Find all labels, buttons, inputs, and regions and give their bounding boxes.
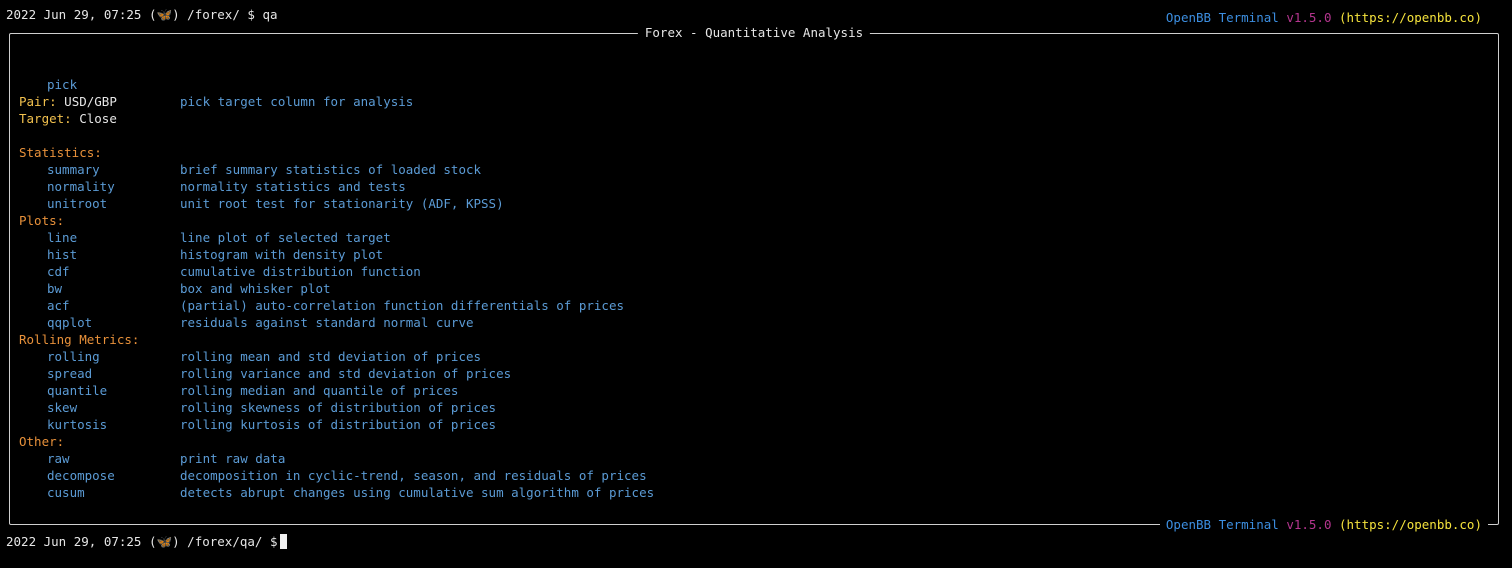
prompt-command: qa <box>262 7 278 22</box>
command-name: raw <box>47 451 70 466</box>
butterfly-icon: 🦋 <box>156 7 173 22</box>
section-header: Statistics: <box>10 144 1498 161</box>
command-description: histogram with density plot <box>180 247 384 262</box>
command-description: decomposition in cyclic-trend, season, a… <box>180 468 647 483</box>
command-name: pick <box>47 77 78 92</box>
section-title: Plots: <box>19 213 65 228</box>
command-name: normality <box>47 179 115 194</box>
prompt-line-bottom[interactable]: 2022 Jun 29, 07:25 (🦋) /forex/qa/ $ <box>6 533 288 550</box>
menu-item-decompose: decompose decomposition in cyclic-trend, … <box>10 467 1498 484</box>
command-name: kurtosis <box>47 417 108 432</box>
section-header: Plots: <box>10 212 1498 229</box>
prompt-datetime: 2022 Jun 29, 07:25 <box>6 534 142 549</box>
section-header: Rolling Metrics: <box>10 331 1498 348</box>
command-name: rolling <box>47 349 100 364</box>
command-description: rolling median and quantile of prices <box>180 383 459 398</box>
footer-brand-name: OpenBB Terminal <box>1165 517 1279 532</box>
command-description: (partial) auto-correlation function diff… <box>180 298 625 313</box>
target-value: Close <box>79 111 117 126</box>
target-info: Target: Close <box>19 110 1507 127</box>
command-name: decompose <box>47 468 115 483</box>
menu-item-quantile: quantile rolling median and quantile of p… <box>10 382 1498 399</box>
command-name: line <box>47 230 78 245</box>
command-name: spread <box>47 366 93 381</box>
command-name: qqplot <box>47 315 93 330</box>
command-description: rolling kurtosis of distribution of pric… <box>180 417 497 432</box>
command-name: unitroot <box>47 196 108 211</box>
menu-item-qqplot: qqplot residuals against standard normal … <box>10 314 1498 331</box>
command-description: unit root test for stationarity (ADF, KP… <box>180 196 504 211</box>
prompt-path: /forex/qa/ $ <box>187 534 278 549</box>
section-title: Rolling Metrics: <box>19 332 140 347</box>
command-description: rolling mean and std deviation of prices <box>180 349 482 364</box>
section-header: Other: <box>10 433 1498 450</box>
footer-version: v1.5.0 <box>1286 517 1332 532</box>
footer-url: (https://openbb.co) <box>1339 517 1482 532</box>
command-description: rolling skewness of distribution of pric… <box>180 400 497 415</box>
menu-item-unitroot: unitroot unit root test for stationarity … <box>10 195 1498 212</box>
command-name: acf <box>47 298 70 313</box>
menu-item-raw: raw print raw data <box>10 450 1498 467</box>
command-description: print raw data <box>180 451 286 466</box>
command-description: detects abrupt changes using cumulative … <box>180 485 655 500</box>
header-version: v1.5.0 <box>1286 10 1332 25</box>
command-name: quantile <box>47 383 108 398</box>
menu-item-rolling: rolling rolling mean and std deviation of… <box>10 348 1498 365</box>
header-url: (https://openbb.co) <box>1339 10 1482 25</box>
menu-item-acf: acf (partial) auto-correlation function d… <box>10 297 1498 314</box>
command-description: cumulative distribution function <box>180 264 421 279</box>
command-description: brief summary statistics of loaded stock <box>180 162 482 177</box>
header-brand: OpenBB Terminal v1.5.0 (https://openbb.c… <box>1151 0 1482 26</box>
prompt-line-top: 2022 Jun 29, 07:25 (🦋) /forex/ $ qa <box>6 7 278 22</box>
pair-info: Pair: USD/GBP <box>19 93 1507 110</box>
header-brand-name: OpenBB Terminal <box>1165 10 1279 25</box>
menu-item-line: line line plot of selected target <box>10 229 1498 246</box>
command-description: rolling variance and std deviation of pr… <box>180 366 512 381</box>
text-cursor <box>280 534 288 549</box>
command-name: skew <box>47 400 78 415</box>
prompt-datetime: 2022 Jun 29, 07:25 <box>6 7 142 22</box>
menu-item-skew: skew rolling skewness of distribution of … <box>10 399 1498 416</box>
command-name: hist <box>47 247 78 262</box>
command-description: box and whisker plot <box>180 281 331 296</box>
section-title: Other: <box>19 434 65 449</box>
menu-item-summary: summary brief summary statistics of loade… <box>10 161 1498 178</box>
prompt-path: /forex/ $ <box>187 7 255 22</box>
target-label: Target: <box>19 111 72 126</box>
panel-title: Forex - Quantitative Analysis <box>637 24 871 42</box>
section-title: Statistics: <box>19 145 102 160</box>
menu-item-cdf: cdf cumulative distribution function <box>10 263 1498 280</box>
menu-item-normality: normality normality statistics and tests <box>10 178 1498 195</box>
command-name: cusum <box>47 485 85 500</box>
command-description: line plot of selected target <box>180 230 391 245</box>
command-name: bw <box>47 281 63 296</box>
pair-value: USD/GBP <box>64 94 117 109</box>
menu-item-cusum: cusum detects abrupt changes using cumula… <box>10 484 1498 501</box>
menu-item-kurtosis: kurtosis rolling kurtosis of distribution… <box>10 416 1498 433</box>
command-name: cdf <box>47 264 70 279</box>
menu-item-spread: spread rolling variance and std deviation… <box>10 365 1498 382</box>
command-name: summary <box>47 162 100 177</box>
menu-item-hist: hist histogram with density plot <box>10 246 1498 263</box>
butterfly-icon: 🦋 <box>156 534 173 549</box>
menu-item-pick: pick pick target column for analysis <box>10 59 1498 109</box>
command-description: residuals against standard normal curve <box>180 315 474 330</box>
menu-panel: Forex - Quantitative Analysis pick pick … <box>9 24 1499 534</box>
panel-footer-brand: OpenBB Terminal v1.5.0 (https://openbb.c… <box>1159 516 1488 534</box>
menu-item-bw: bw box and whisker plot <box>10 280 1498 297</box>
command-description: normality statistics and tests <box>180 179 406 194</box>
pair-label: Pair: <box>19 94 57 109</box>
